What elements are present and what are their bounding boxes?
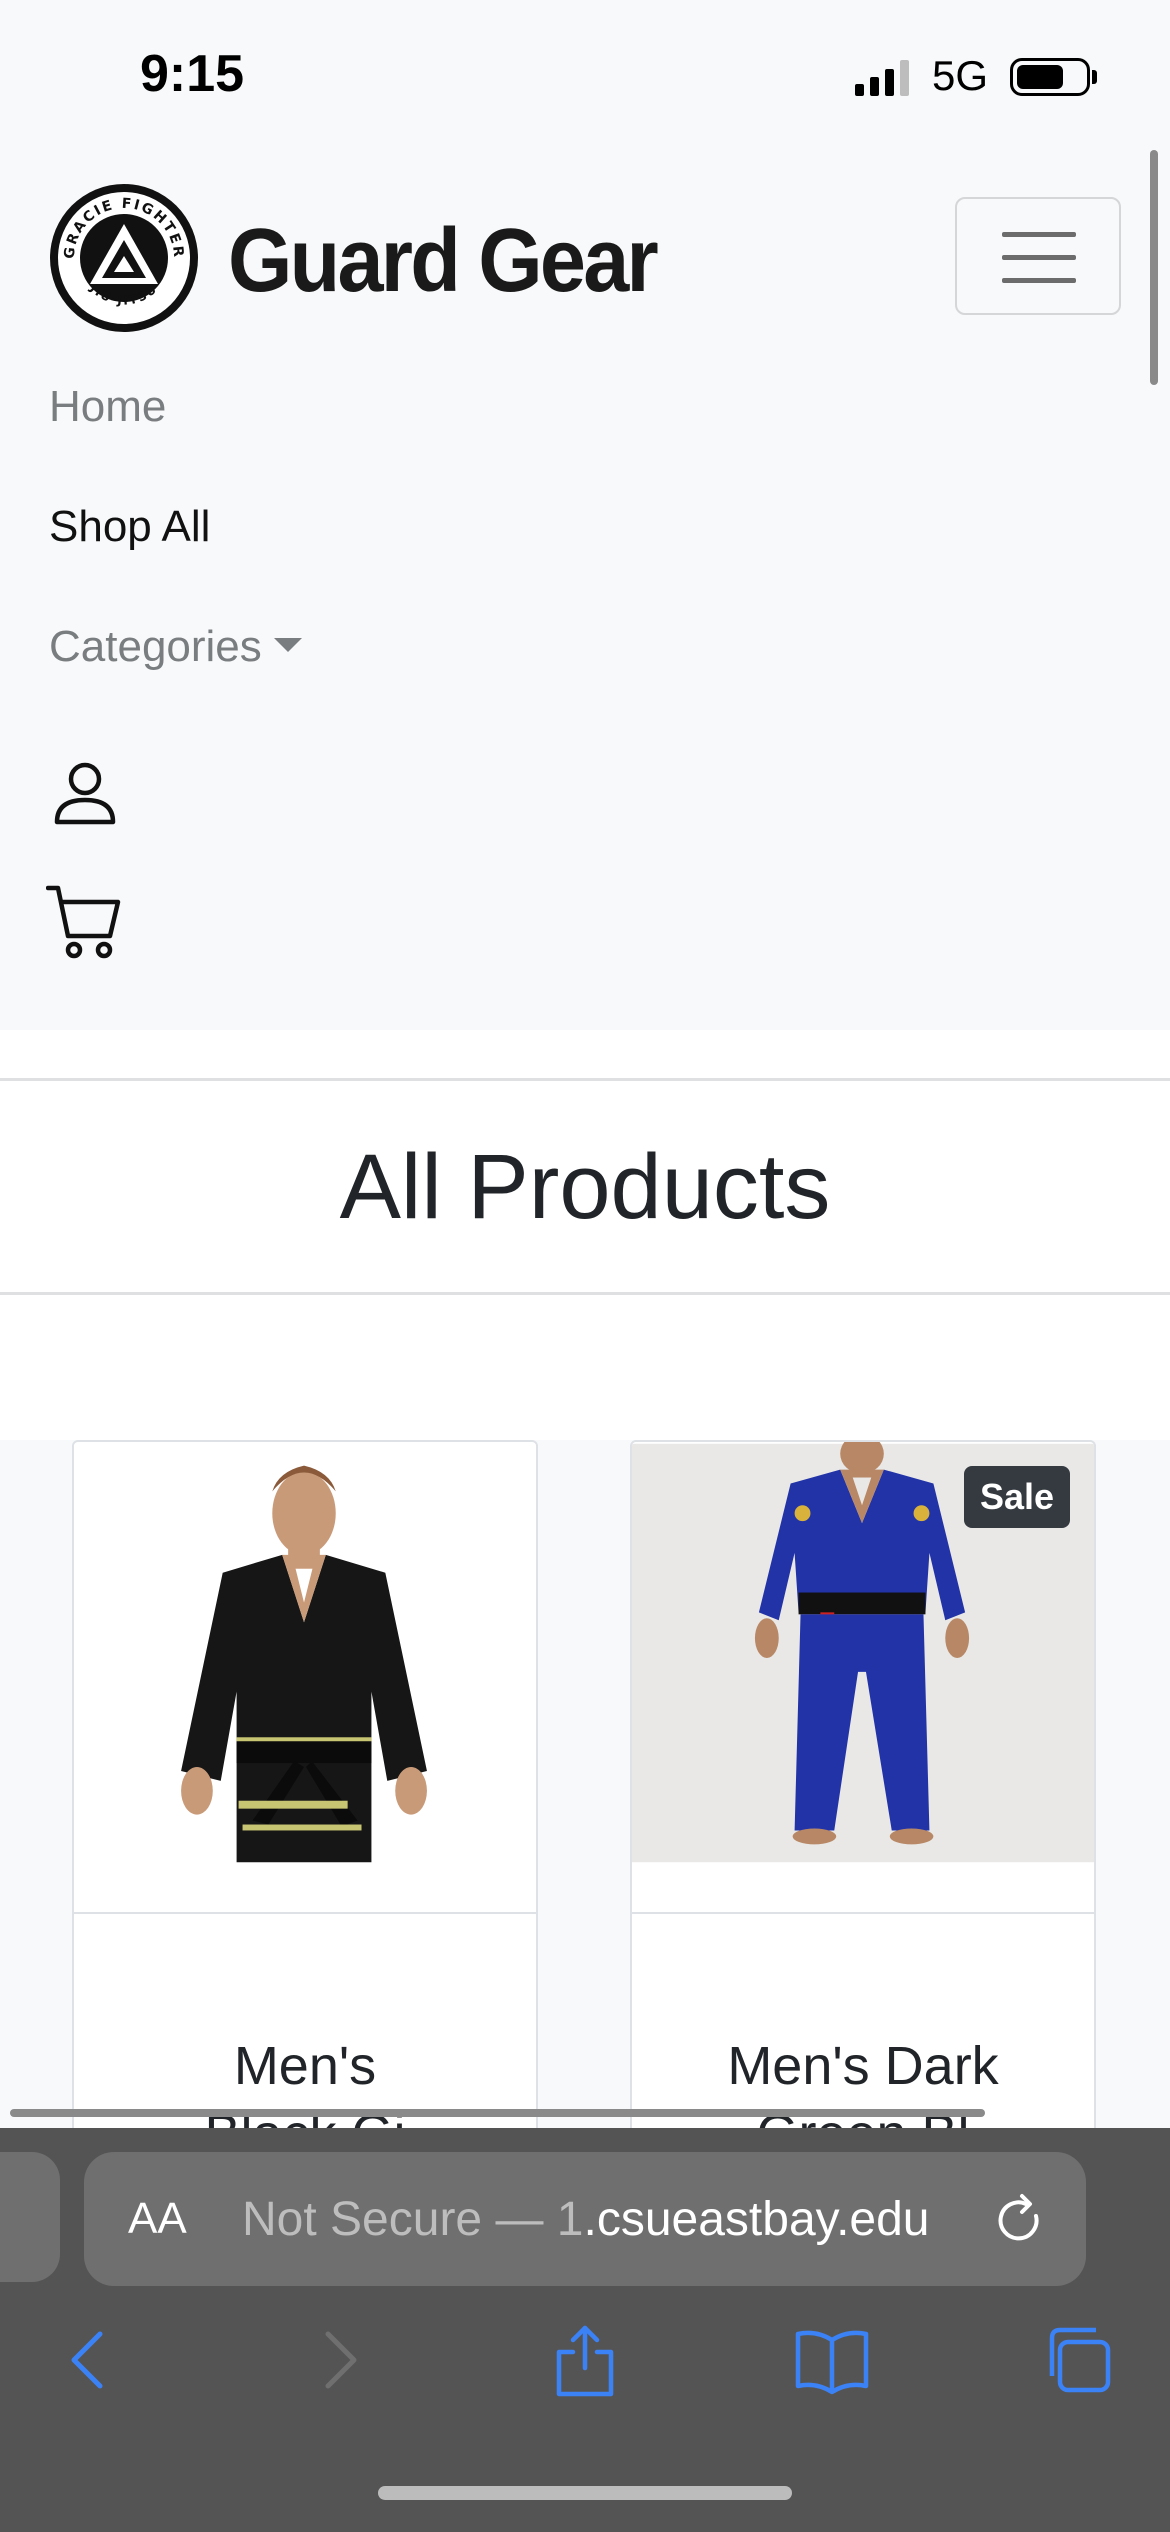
- vertical-scrollbar[interactable]: [1150, 150, 1158, 385]
- brand-name[interactable]: Guard Gear: [228, 210, 659, 313]
- categories-label: Categories: [49, 622, 262, 671]
- navbar-toggle-button[interactable]: [955, 197, 1121, 315]
- user-icon[interactable]: [52, 760, 118, 826]
- page-title: All Products: [339, 1136, 831, 1238]
- network-label: 5G: [932, 52, 989, 99]
- product-card[interactable]: Sale Men's Dark Green Bl: [630, 1440, 1096, 2160]
- address-bar[interactable]: AA Not Secure — 1.csueastbay.edu: [84, 2152, 1086, 2286]
- share-icon[interactable]: [545, 2320, 625, 2400]
- product-image[interactable]: [74, 1442, 536, 1864]
- brand-logo[interactable]: GRACIE FIGHTER JIU-JITSU: [46, 180, 202, 336]
- bookmarks-icon[interactable]: [792, 2320, 872, 2400]
- signal-icon: [855, 60, 909, 96]
- url-text[interactable]: Not Secure — 1.csueastbay.edu: [242, 2192, 930, 2247]
- url-domain: .csueastbay.edu: [583, 2193, 930, 2246]
- reader-settings-button[interactable]: AA: [128, 2194, 187, 2244]
- nav-link-categories[interactable]: Categories: [49, 622, 302, 672]
- product-card[interactable]: Men's Black Gi: [72, 1440, 538, 2160]
- battery-tip: [1092, 70, 1097, 84]
- previous-tab-preview[interactable]: [0, 2152, 60, 2282]
- battery-icon: [1010, 58, 1090, 96]
- status-time: 9:15: [140, 45, 245, 103]
- card-divider: [632, 1912, 1094, 1914]
- card-divider: [74, 1912, 536, 1914]
- horizontal-scrollbar[interactable]: [10, 2109, 985, 2117]
- url-prefix: Not Secure — 1: [242, 2193, 584, 2246]
- back-icon[interactable]: [48, 2320, 128, 2400]
- product-grid: Men's Black Gi Sale Men's Dark Green: [0, 1440, 1170, 2160]
- home-indicator[interactable]: [378, 2486, 792, 2500]
- tabs-icon[interactable]: [1040, 2320, 1120, 2400]
- sale-badge: Sale: [963, 1466, 1070, 1528]
- navbar: GRACIE FIGHTER JIU-JITSU Guard Gear Home…: [0, 150, 1170, 1030]
- divider-top: [0, 1078, 1170, 1081]
- nav-link-shop-all[interactable]: Shop All: [49, 502, 210, 552]
- forward-icon[interactable]: [300, 2320, 380, 2400]
- cart-icon[interactable]: [46, 884, 122, 960]
- caret-down-icon: [273, 638, 302, 653]
- reload-icon[interactable]: [992, 2192, 1048, 2248]
- divider-bottom: [0, 1292, 1170, 1295]
- status-bar: 9:15 5G: [0, 0, 1170, 150]
- nav-link-home[interactable]: Home: [49, 382, 166, 432]
